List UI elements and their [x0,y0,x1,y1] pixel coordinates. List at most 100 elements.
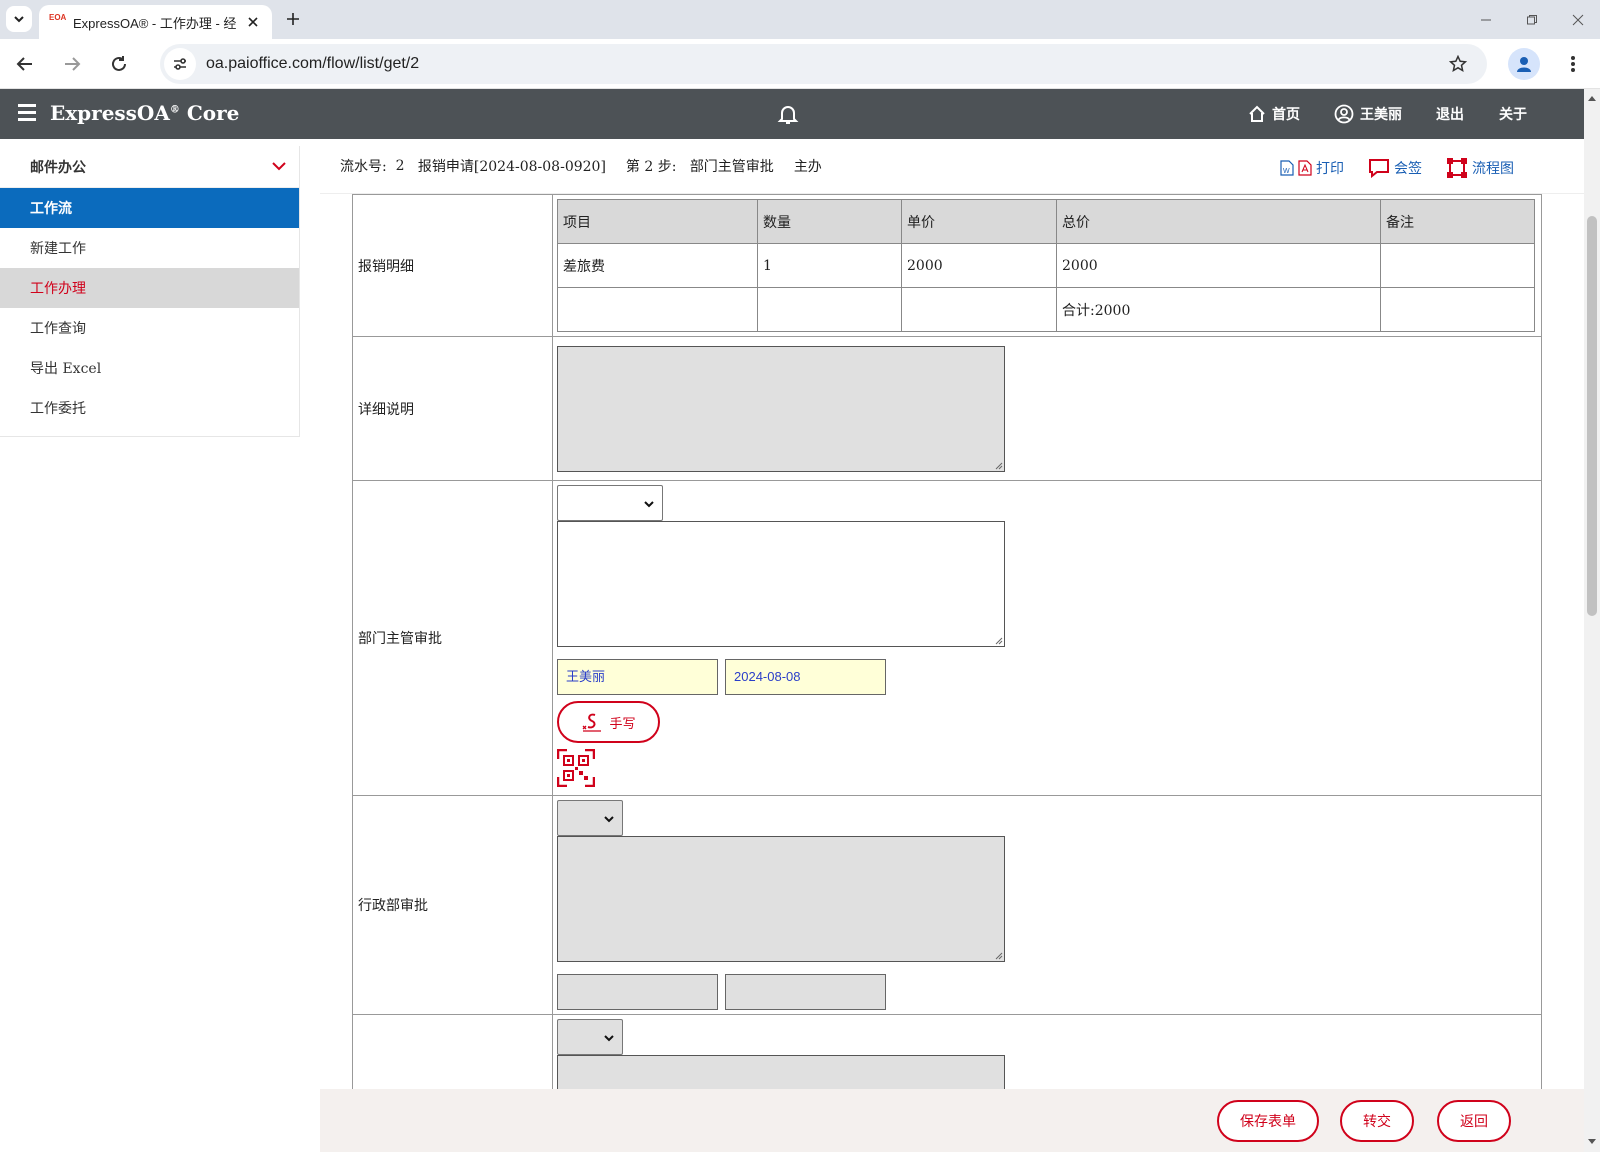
handwrite-button[interactable]: 手写 [557,701,660,743]
dept-opinion-select[interactable] [557,485,663,521]
description-textarea[interactable] [557,345,1005,472]
tab-search-button[interactable] [6,6,32,32]
back-button-form[interactable]: 返回 [1437,1100,1511,1142]
app-header: ExpressOA® Core 首页 王美丽 退出 关于 [0,89,1584,139]
detail-table: 项目 数量 单价 总价 备注 差旅费 1 2000 2000 合计:2000 [557,199,1535,332]
page-scrollbar[interactable] [1584,89,1600,1152]
signature-icon [583,713,602,732]
restore-button[interactable] [1520,8,1544,32]
detail-cell[interactable]: 2000 [1056,243,1381,288]
save-form-button[interactable]: 保存表单 [1217,1100,1319,1142]
next-opinion-select[interactable] [557,1019,623,1055]
nav-user[interactable]: 王美丽 [1334,104,1402,124]
menu-toggle-icon[interactable] [18,104,36,124]
sidebar-item-new-work[interactable]: 新建工作 [0,228,299,268]
dept-opinion-textarea[interactable] [557,521,1005,647]
form-row-dept-approval: 部门主管审批 王美丽 2024-08-08 手写 [352,480,1542,796]
chevron-down-icon [272,162,286,171]
table-row: 差旅费 1 2000 2000 [557,243,1535,288]
transfer-button[interactable]: 转交 [1340,1100,1414,1142]
detail-cell[interactable]: 差旅费 [557,243,758,288]
tune-icon [174,58,186,70]
bell-icon[interactable] [776,102,800,126]
nav-logout[interactable]: 退出 [1436,104,1464,124]
star-icon [1449,55,1467,73]
tab-close-button[interactable] [244,13,262,31]
bookmark-button[interactable] [1443,49,1473,79]
close-icon [248,17,258,27]
browser-tab[interactable]: EOA ExpressOA® - 工作办理 - 经 [39,5,272,39]
detail-cell[interactable] [757,287,902,332]
dept-date-field[interactable]: 2024-08-08 [725,659,886,695]
admin-opinion-select[interactable] [557,800,623,836]
form-row-next-approval [352,1014,1542,1089]
reload-button[interactable] [104,49,134,79]
browser-menu-button[interactable] [1560,51,1586,77]
detail-header-cell: 项目 [557,199,758,244]
tab-title: ExpressOA® - 工作办理 - 经 [73,15,237,31]
countersign-button[interactable]: 会签 [1368,158,1422,178]
new-tab-button[interactable] [282,8,304,30]
detail-cell[interactable] [901,287,1057,332]
flow-actions: W 打印 会签 流程图 [1256,157,1514,179]
person-icon [1517,57,1531,72]
dept-approval-label: 部门主管审批 [352,480,553,796]
nav-about[interactable]: 关于 [1499,104,1527,124]
address-bar[interactable]: oa.paioffice.com/flow/list/get/2 [160,44,1487,84]
next-opinion-textarea[interactable] [557,1055,1005,1089]
profile-button[interactable] [1508,48,1540,80]
dept-signer-field[interactable]: 王美丽 [557,659,718,695]
browser-toolbar: oa.paioffice.com/flow/list/get/2 [0,39,1600,89]
minimize-button[interactable] [1474,8,1498,32]
brand-mark: ® [169,104,180,116]
next-approval-field [552,1014,1542,1089]
favicon: EOA [49,13,67,22]
sidebar-item-export-excel[interactable]: 导出 Excel [0,348,299,388]
detail-header-cell: 数量 [757,199,902,244]
sidebar-item-query-work[interactable]: 工作查询 [0,308,299,348]
browser-tabstrip: EOA ExpressOA® - 工作办理 - 经 [0,0,1600,39]
sidebar: 邮件办公 工作流 新建工作 工作办理 工作查询 导出 Excel 工作委托 [0,146,300,437]
resize-grip-icon[interactable] [995,462,1003,470]
detail-field: 项目 数量 单价 总价 备注 差旅费 1 2000 2000 合计:2000 [552,194,1542,337]
admin-date-field[interactable] [725,974,886,1010]
sidebar-item-handle-work[interactable]: 工作办理 [0,268,299,308]
flowchart-button[interactable]: 流程图 [1446,157,1514,179]
chevron-down-icon [604,816,614,823]
word-icon: W [1280,160,1294,176]
app-brand[interactable]: ExpressOA® Core [50,101,239,125]
description-field [552,336,1542,481]
detail-cell[interactable]: 1 [757,243,902,288]
admin-opinion-textarea[interactable] [557,836,1005,962]
scroll-up-icon[interactable] [1588,95,1596,103]
comment-icon [1369,159,1389,178]
detail-cell[interactable] [1380,287,1535,332]
detail-cell[interactable] [1380,243,1535,288]
detail-header-cell: 备注 [1380,199,1535,244]
admin-sign-row [557,974,1537,1010]
detail-header-cell: 总价 [1056,199,1381,244]
main-content: 流水号: 2 报销申请[2024-08-08-0920] 第 2 步: 部门主管… [320,139,1584,1089]
user-circle-icon [1334,104,1354,124]
scroll-down-icon[interactable] [1588,1137,1596,1145]
arrow-right-icon [65,57,81,71]
scrollbar-thumb[interactable] [1587,216,1597,616]
window-close-button[interactable] [1566,8,1590,32]
sidebar-item-delegate-work[interactable]: 工作委托 [0,388,299,428]
sidebar-section-workflow[interactable]: 工作流 [0,188,299,228]
resize-grip-icon[interactable] [995,637,1003,645]
nav-home[interactable]: 首页 [1248,104,1300,124]
detail-cell[interactable] [557,287,758,332]
site-info-button[interactable] [164,48,196,80]
sidebar-group-mail-office[interactable]: 邮件办公 [0,146,299,188]
qr-code-icon[interactable] [556,748,596,788]
step-name: 部门主管审批 [689,159,774,175]
forward-button[interactable] [57,49,87,79]
url-text: oa.paioffice.com/flow/list/get/2 [206,55,420,72]
back-button[interactable] [10,49,40,79]
resize-grip-icon[interactable] [995,952,1003,960]
print-button[interactable]: W 打印 [1280,158,1344,178]
description-label: 详细说明 [352,336,553,481]
admin-signer-field[interactable] [557,974,718,1010]
detail-cell[interactable]: 2000 [901,243,1057,288]
